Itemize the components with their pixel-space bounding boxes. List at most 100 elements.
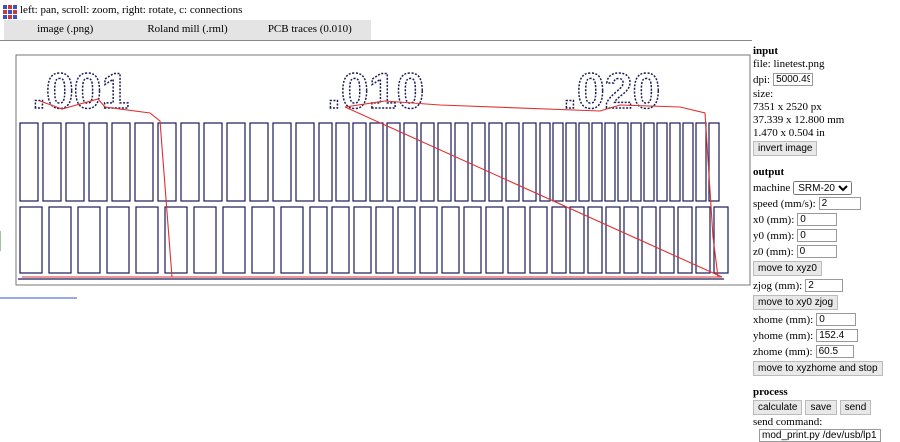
zjog-label: zjog (mm): xyxy=(753,279,803,292)
size-px: 7351 x 2520 px xyxy=(753,101,822,113)
trace-segment xyxy=(623,206,639,274)
trace-segment xyxy=(65,122,85,202)
controls-hint: left: pan, scroll: zoom, right: rotate, … xyxy=(20,4,243,16)
x0-input[interactable] xyxy=(797,213,838,226)
trace-segment xyxy=(551,206,567,274)
trace-segment xyxy=(226,122,246,202)
zjog-row: zjog (mm): xyxy=(753,278,900,293)
trace-segment xyxy=(507,206,526,274)
zhome-input[interactable] xyxy=(815,345,854,358)
xhome-label: xhome (mm): xyxy=(753,313,814,326)
trace-segment xyxy=(19,206,43,274)
connection-lines xyxy=(22,98,723,278)
trace-segment xyxy=(604,122,616,202)
trace-paths xyxy=(18,122,729,280)
trace-segment xyxy=(42,122,62,202)
y0-row: y0 (mm): xyxy=(753,228,900,243)
tab-pcb-traces[interactable]: PCB traces (0.010) xyxy=(249,20,371,40)
calculate-button[interactable]: calculate xyxy=(753,400,803,415)
dpi-label: dpi: xyxy=(753,73,771,86)
invert-image-button[interactable]: invert image xyxy=(753,141,818,156)
trace-segment xyxy=(522,122,537,202)
trace-segment xyxy=(309,206,328,274)
xhome-row: xhome (mm): xyxy=(753,312,900,327)
trace-segment xyxy=(578,122,590,202)
trace-segment xyxy=(222,206,246,274)
app-logo-icon xyxy=(3,5,17,19)
trace-segment xyxy=(485,206,504,274)
trace-segment xyxy=(682,122,694,202)
trace-segment xyxy=(437,122,452,202)
trace-segment xyxy=(463,206,482,274)
trace-segment xyxy=(272,122,292,202)
yhome-input[interactable] xyxy=(816,329,859,342)
yhome-label: yhome (mm): xyxy=(753,329,814,342)
trace-segment xyxy=(193,206,217,274)
trace-segment xyxy=(375,206,394,274)
trace-segment xyxy=(106,206,130,274)
board-label-001: .001 xyxy=(32,63,129,119)
toolpath-view: .001 .010 .020 xyxy=(0,54,751,299)
trace-segment xyxy=(135,206,159,274)
trace-segment xyxy=(48,206,72,274)
board-labels: .001 .010 .020 xyxy=(31,62,661,120)
send-button[interactable]: send xyxy=(839,400,872,415)
zjog-input[interactable] xyxy=(805,279,844,292)
trace-segment xyxy=(419,206,438,274)
speed-input[interactable] xyxy=(818,197,861,210)
tab-image-png[interactable]: image (.png) xyxy=(4,20,126,40)
trace-segment xyxy=(369,122,384,202)
connection-path xyxy=(344,100,719,278)
send-command-label: send command: xyxy=(753,416,823,428)
trace-segment xyxy=(251,206,275,274)
dpi-input[interactable] xyxy=(773,73,814,86)
trace-segment xyxy=(659,206,675,274)
x0-label: x0 (mm): xyxy=(753,213,795,226)
trace-segment xyxy=(641,206,657,274)
move-to-xy0-zjog-button[interactable]: move to xy0 zjog xyxy=(753,295,839,310)
board-label-010: .010 xyxy=(327,63,424,119)
trace-segment xyxy=(695,206,711,274)
tab-roland-mill[interactable]: Roland mill (.rml) xyxy=(126,20,248,40)
y0-label: y0 (mm): xyxy=(753,229,795,242)
speed-label: speed (mm/s): xyxy=(753,197,816,210)
machine-label: machine xyxy=(753,181,791,194)
xhome-input[interactable] xyxy=(816,313,857,326)
size-mm: 37.339 x 12.800 mm xyxy=(753,114,845,126)
save-button[interactable]: save xyxy=(805,400,837,415)
trace-segment xyxy=(88,122,108,202)
trace-segment xyxy=(420,122,435,202)
trace-segment xyxy=(643,122,655,202)
zhome-row: zhome (mm): xyxy=(753,344,900,359)
move-to-xyzhome-button[interactable]: move to xyzhome and stop xyxy=(753,361,883,376)
z0-row: z0 (mm): xyxy=(753,244,900,259)
trace-segment xyxy=(249,122,269,202)
input-section-title: input xyxy=(753,45,779,57)
speed-row: speed (mm/s): xyxy=(753,196,900,211)
move-to-xyz0-button[interactable]: move to xyz0 xyxy=(753,261,822,276)
connection-path xyxy=(39,98,225,278)
trace-segment xyxy=(630,122,642,202)
toolpath-canvas[interactable]: .001 .010 .020 xyxy=(0,40,752,420)
trace-segment xyxy=(335,122,350,202)
trace-segment xyxy=(180,122,200,202)
send-command-input[interactable] xyxy=(759,429,881,442)
machine-row: machine SRM-20 xyxy=(753,180,900,195)
y0-input[interactable] xyxy=(797,229,838,242)
z0-input[interactable] xyxy=(796,245,837,258)
trace-segment xyxy=(539,122,551,202)
machine-select[interactable]: SRM-20 xyxy=(793,180,853,195)
size-in: 1.470 x 0.504 in xyxy=(753,127,825,139)
trace-segment xyxy=(331,206,350,274)
trace-segment xyxy=(552,122,564,202)
trace-segment xyxy=(505,122,520,202)
process-buttons: calculate save send xyxy=(753,399,900,416)
connection-path xyxy=(344,106,723,278)
trace-segment xyxy=(591,122,603,202)
trace-segment xyxy=(77,206,101,274)
trace-segment xyxy=(708,122,720,202)
trace-segment xyxy=(587,206,603,274)
trace-segment xyxy=(441,206,460,274)
trace-segment xyxy=(353,206,372,274)
trace-segment xyxy=(111,122,131,202)
